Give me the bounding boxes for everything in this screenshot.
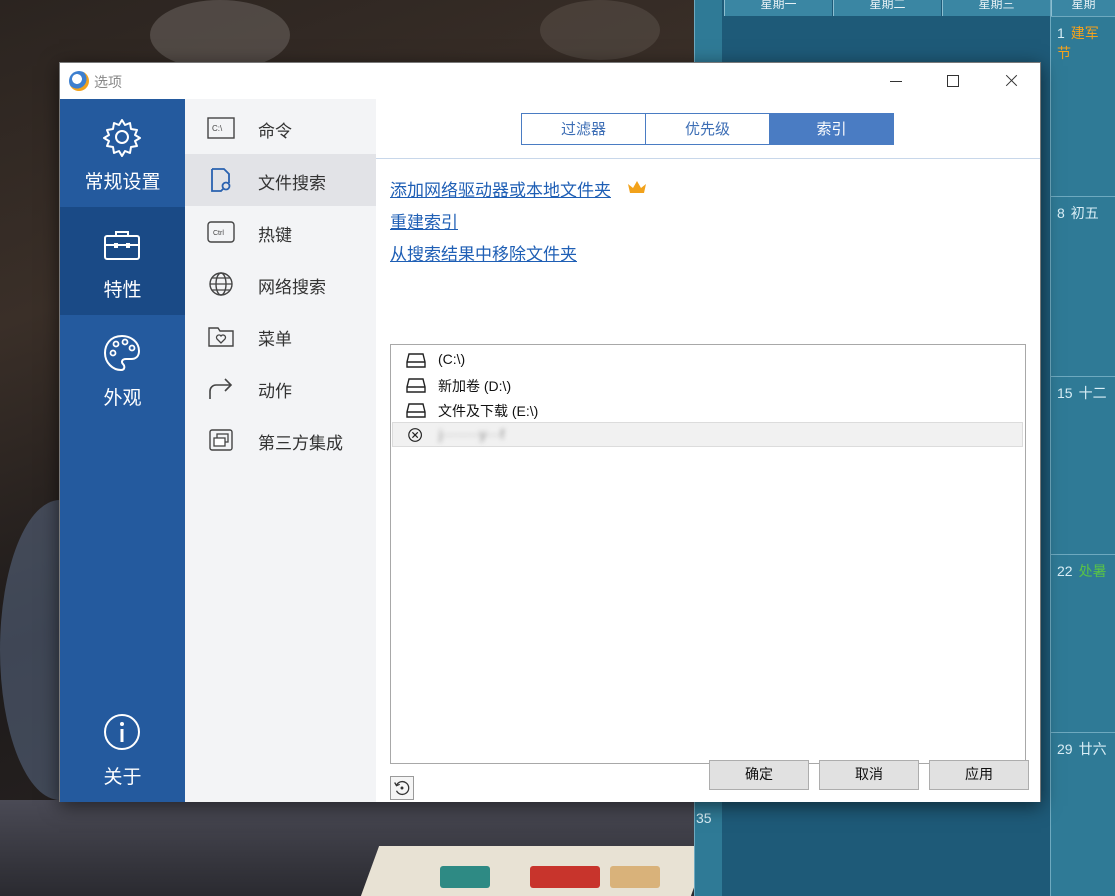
crown-premium-icon	[628, 181, 646, 193]
refresh-icon	[394, 781, 410, 795]
globe-icon	[209, 272, 233, 296]
calendar-day-number: 8	[1057, 205, 1065, 221]
calendar-day-number: 15	[1057, 385, 1073, 401]
calendar-day-cell: 15 十二	[1051, 376, 1115, 554]
info-icon	[104, 714, 140, 750]
category-appearance[interactable]: 外观	[60, 315, 185, 423]
segmented-tabs: 过滤器 优先级 索引	[521, 113, 894, 145]
index-settings-panel: 过滤器 优先级 索引 添加网络驱动器或本地文件夹 重建索引 从搜索结果中移除文件…	[376, 99, 1040, 802]
calendar-day-cell: 22 处暑	[1051, 554, 1115, 732]
calendar-week-number: 35	[696, 810, 712, 826]
remove-folder-link[interactable]: 从搜索结果中移除文件夹	[390, 240, 577, 265]
feature-nav: C:\ 命令 文件搜索 Ctrl 热键 网络搜索 菜单 动作 第三方集成	[185, 99, 376, 802]
category-about[interactable]: 关于	[60, 694, 185, 802]
category-label: 外观	[103, 387, 142, 409]
calendar-day-number: 22	[1057, 563, 1073, 579]
category-sidebar: 常规设置 特性 外观 关于	[60, 99, 185, 802]
list-item-label: 新加卷 (D:\)	[438, 378, 512, 394]
list-item[interactable]: 新加卷 (D:\)	[392, 373, 1023, 398]
tab-filter[interactable]: 过滤器	[522, 114, 646, 144]
list-item-label: j········y···f	[439, 426, 505, 442]
nav-label: 命令	[258, 122, 292, 142]
gear-icon	[103, 119, 141, 157]
nav-label: 动作	[258, 382, 292, 402]
calendar-header-wed: 星期三	[942, 0, 1050, 16]
calendar-lunar-label: 初五	[1070, 205, 1099, 221]
nav-item-file-search[interactable]: 文件搜索	[185, 154, 376, 206]
close-button[interactable]	[982, 63, 1038, 99]
index-folder-list[interactable]: (C:\) 新加卷 (D:\) 文件及下载 (E:\) j········y··…	[390, 344, 1026, 764]
category-label: 关于	[103, 766, 142, 788]
nav-label: 网络搜索	[258, 278, 326, 298]
calendar-lunar-label: 十二	[1078, 385, 1107, 401]
toolbox-icon	[104, 231, 140, 260]
svg-text:Ctrl: Ctrl	[213, 230, 224, 237]
calendar-header-mon: 星期一	[724, 0, 832, 16]
calendar-day-cell: 29 廿六	[1051, 732, 1115, 896]
category-label: 特性	[103, 279, 142, 301]
nav-item-web-search[interactable]: 网络搜索	[185, 258, 376, 310]
nav-item-third-party[interactable]: 第三方集成	[185, 414, 376, 466]
calendar-day-cell: 8 初五	[1051, 196, 1115, 376]
list-item-selected[interactable]: j········y···f	[392, 422, 1023, 447]
ok-button[interactable]: 确定	[709, 760, 809, 790]
ctrl-key-icon: Ctrl	[207, 221, 235, 243]
list-item[interactable]: 文件及下载 (E:\)	[392, 398, 1023, 423]
tab-divider	[376, 158, 1040, 159]
command-prompt-icon: C:\	[207, 117, 235, 139]
list-item[interactable]: (C:\)	[392, 348, 1023, 373]
cancel-button[interactable]: 取消	[819, 760, 919, 790]
calendar-lunar-label: 廿六	[1078, 741, 1107, 757]
minimize-button[interactable]	[868, 63, 924, 99]
palette-icon	[103, 334, 141, 372]
nav-label: 第三方集成	[258, 434, 343, 454]
file-search-icon	[211, 168, 231, 193]
tab-index[interactable]: 索引	[770, 114, 893, 144]
calendar-header-thu: 星期	[1051, 0, 1115, 16]
nav-item-actions[interactable]: 动作	[185, 362, 376, 414]
calendar-day-number: 29	[1057, 741, 1073, 757]
nav-item-menu[interactable]: 菜单	[185, 310, 376, 362]
refresh-button[interactable]	[390, 776, 414, 800]
apply-button[interactable]: 应用	[929, 760, 1029, 790]
add-folder-link[interactable]: 添加网络驱动器或本地文件夹	[390, 176, 611, 201]
tab-priority[interactable]: 优先级	[646, 114, 770, 144]
list-item-label: 文件及下载 (E:\)	[438, 403, 539, 419]
category-features[interactable]: 特性	[60, 207, 185, 315]
app-logo-icon	[69, 71, 89, 91]
excluded-circle-x-icon	[408, 428, 422, 442]
calendar-lunar-label: 处暑	[1078, 563, 1107, 579]
calendar-day-cell: 1 建军节	[1051, 16, 1115, 196]
nav-label: 热键	[258, 226, 292, 246]
window-title: 选项	[94, 75, 122, 91]
drive-icon	[406, 403, 426, 418]
category-label: 常规设置	[84, 171, 161, 193]
rebuild-index-link[interactable]: 重建索引	[390, 208, 458, 233]
calendar-header-tue: 星期二	[833, 0, 941, 16]
drive-icon	[406, 353, 426, 368]
nav-item-command[interactable]: C:\ 命令	[185, 102, 376, 154]
nav-item-hotkey[interactable]: Ctrl 热键	[185, 206, 376, 258]
nav-label: 菜单	[258, 330, 292, 350]
windows-stack-icon	[209, 429, 233, 451]
calendar-day-number: 1	[1057, 25, 1065, 41]
maximize-button[interactable]	[924, 63, 980, 99]
drive-icon	[406, 378, 426, 393]
share-arrow-icon	[209, 378, 233, 399]
list-item-label: (C:\)	[438, 351, 466, 367]
nav-label: 文件搜索	[258, 174, 326, 194]
title-bar[interactable]: 选项	[60, 63, 1040, 99]
category-general-settings[interactable]: 常规设置	[60, 99, 185, 207]
heart-folder-icon	[208, 327, 234, 347]
svg-text:C:\: C:\	[212, 124, 223, 133]
options-window: 选项 常规设置 特性 外观 关于 C:\ 命令 文件搜索 Ctrl 热键 网络搜…	[59, 62, 1041, 802]
